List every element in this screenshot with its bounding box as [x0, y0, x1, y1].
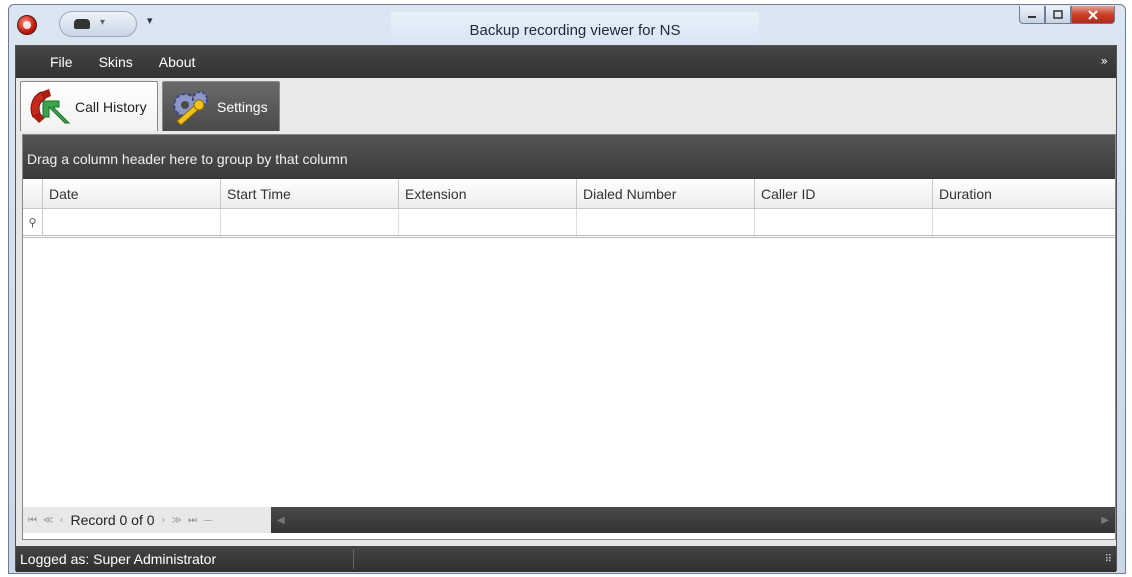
maximize-icon	[1053, 10, 1063, 19]
quick-access-toolbar[interactable]: ▾	[59, 11, 137, 37]
column-header-caller-id[interactable]: Caller ID	[755, 179, 933, 208]
row-indicator-header	[23, 179, 43, 208]
customize-toolbar-icon[interactable]: ▾	[147, 14, 153, 27]
close-icon	[1088, 9, 1098, 20]
group-by-panel[interactable]: Drag a column header here to group by th…	[23, 135, 1115, 179]
window-title: Backup recording viewer for NS	[391, 12, 759, 48]
gears-wrench-icon	[173, 90, 208, 126]
phone-arrow-icon	[30, 88, 71, 123]
minimize-button[interactable]	[1019, 6, 1045, 24]
auto-filter-row: ⚲	[23, 209, 1115, 238]
maximize-button[interactable]	[1045, 6, 1071, 24]
delete-record-icon[interactable]: —	[203, 515, 213, 526]
previous-page-icon[interactable]: ≪	[43, 515, 53, 526]
tab-settings-label: Settings	[217, 98, 268, 115]
navigator-buttons: ⏮ ≪ ‹ Record 0 of 0 › ≫ ⏭ —	[23, 507, 271, 533]
resize-grip-icon[interactable]: ⠿	[1105, 554, 1112, 565]
call-history-grid: Drag a column header here to group by th…	[22, 134, 1116, 540]
column-header-dialed-number[interactable]: Dialed Number	[577, 179, 755, 208]
tab-settings[interactable]: Settings	[162, 81, 280, 131]
record-counter: Record 0 of 0	[70, 512, 155, 528]
filter-cell-extension[interactable]	[399, 209, 577, 235]
filter-cell-duration[interactable]	[933, 209, 1115, 235]
first-record-icon[interactable]: ⏮	[28, 515, 37, 526]
data-navigator: ⏮ ≪ ‹ Record 0 of 0 › ≫ ⏭ — ◀ ▶	[23, 507, 1115, 533]
column-header-duration[interactable]: Duration	[933, 179, 1115, 208]
save-icon[interactable]	[74, 19, 90, 29]
scroll-right-icon[interactable]: ▶	[1101, 515, 1109, 526]
tab-strip: Call History Settings	[16, 78, 1116, 134]
filter-cell-date[interactable]	[43, 209, 221, 235]
status-bar: Logged as: Super Administrator ⠿	[16, 546, 1116, 572]
menu-file[interactable]: File	[50, 54, 73, 70]
minimize-icon	[1028, 15, 1036, 18]
scroll-left-icon[interactable]: ◀	[277, 515, 285, 526]
tab-call-history-label: Call History	[75, 98, 147, 115]
application-window: ▾ ▾ Backup recording viewer for NS File …	[8, 4, 1126, 574]
previous-record-icon[interactable]: ‹	[59, 515, 63, 526]
close-button[interactable]	[1071, 6, 1115, 24]
column-header-extension[interactable]: Extension	[399, 179, 577, 208]
title-bar: ▾ ▾ Backup recording viewer for NS	[9, 5, 1125, 48]
client-area: File Skins About » Call History Settings…	[15, 45, 1117, 572]
column-header-start-time[interactable]: Start Time	[221, 179, 399, 208]
quick-access-dropdown-icon[interactable]: ▾	[100, 17, 105, 28]
application-menu-orb[interactable]	[17, 15, 37, 35]
filter-cell-dialed-number[interactable]	[577, 209, 755, 235]
menu-about[interactable]: About	[159, 54, 196, 70]
logged-user-status: Logged as: Super Administrator	[16, 549, 354, 569]
filter-cell-start-time[interactable]	[221, 209, 399, 235]
filter-cell-caller-id[interactable]	[755, 209, 933, 235]
tab-call-history[interactable]: Call History	[20, 81, 158, 131]
column-header-date[interactable]: Date	[43, 179, 221, 208]
horizontal-scrollbar[interactable]: ◀ ▶	[271, 507, 1115, 533]
collapse-ribbon-icon[interactable]: »	[1101, 54, 1108, 68]
last-record-icon[interactable]: ⏭	[188, 515, 197, 526]
next-page-icon[interactable]: ≫	[172, 515, 182, 526]
menu-bar: File Skins About »	[16, 46, 1116, 78]
grid-header-row: Date Start Time Extension Dialed Number …	[23, 179, 1115, 209]
window-controls	[1019, 6, 1115, 24]
next-record-icon[interactable]: ›	[162, 515, 166, 526]
filter-icon[interactable]: ⚲	[23, 209, 43, 235]
menu-skins[interactable]: Skins	[99, 54, 133, 70]
